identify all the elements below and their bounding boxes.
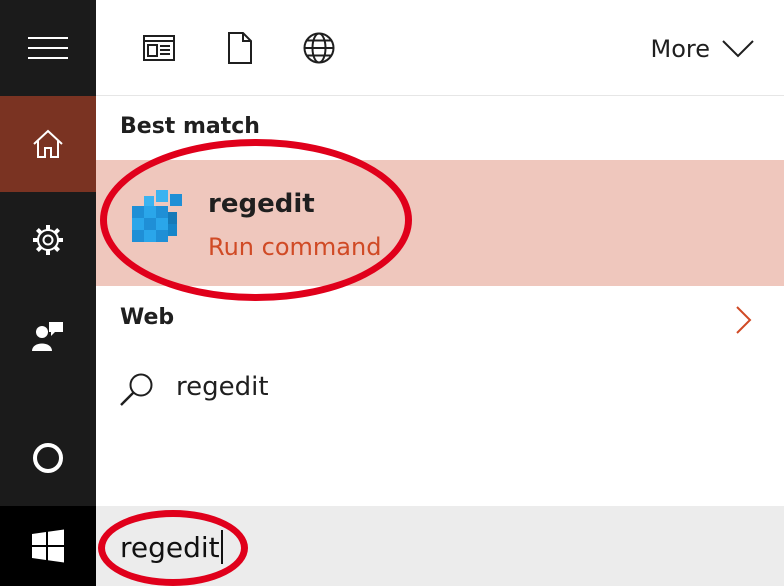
start-menu-rail bbox=[0, 0, 96, 586]
cortana-circle-icon bbox=[33, 443, 63, 473]
hamburger-menu-button[interactable] bbox=[0, 0, 96, 96]
home-icon bbox=[33, 129, 63, 158]
best-match-subtitle: Run command bbox=[208, 233, 382, 261]
hamburger-icon bbox=[28, 37, 68, 59]
search-input[interactable]: regedit bbox=[120, 530, 223, 564]
windows-start-icon bbox=[32, 529, 64, 563]
feedback-button[interactable] bbox=[0, 288, 96, 384]
search-results-panel: More Best match regedit Run command Web … bbox=[96, 0, 784, 586]
search-box[interactable]: regedit bbox=[96, 506, 784, 586]
home-button[interactable] bbox=[0, 96, 96, 192]
more-filters-dropdown[interactable]: More bbox=[651, 30, 755, 68]
registry-editor-icon bbox=[132, 190, 182, 242]
text-caret bbox=[220, 530, 223, 564]
documents-filter-button[interactable] bbox=[223, 31, 257, 65]
web-suggestion-item[interactable]: regedit bbox=[96, 360, 784, 416]
web-suggestion-text: regedit bbox=[176, 372, 269, 402]
best-match-heading: Best match bbox=[120, 114, 260, 139]
chevron-down-icon bbox=[722, 40, 754, 58]
best-match-title: regedit bbox=[208, 189, 315, 219]
more-label: More bbox=[650, 35, 711, 63]
web-icon bbox=[303, 32, 335, 64]
apps-icon bbox=[143, 35, 175, 61]
web-filter-button[interactable] bbox=[302, 31, 336, 65]
settings-button[interactable] bbox=[0, 192, 96, 288]
search-icon bbox=[120, 373, 153, 406]
cortana-button[interactable] bbox=[0, 410, 96, 506]
windows-start-button[interactable] bbox=[0, 506, 96, 586]
search-input-value: regedit bbox=[120, 531, 220, 564]
settings-gear-icon bbox=[33, 225, 63, 255]
web-heading: Web bbox=[120, 305, 175, 330]
apps-filter-button[interactable] bbox=[142, 31, 176, 65]
chevron-right-icon[interactable] bbox=[734, 305, 754, 335]
best-match-result[interactable] bbox=[96, 160, 784, 286]
feedback-icon bbox=[32, 322, 63, 351]
documents-icon bbox=[228, 32, 252, 64]
filter-bar: More bbox=[96, 0, 784, 96]
